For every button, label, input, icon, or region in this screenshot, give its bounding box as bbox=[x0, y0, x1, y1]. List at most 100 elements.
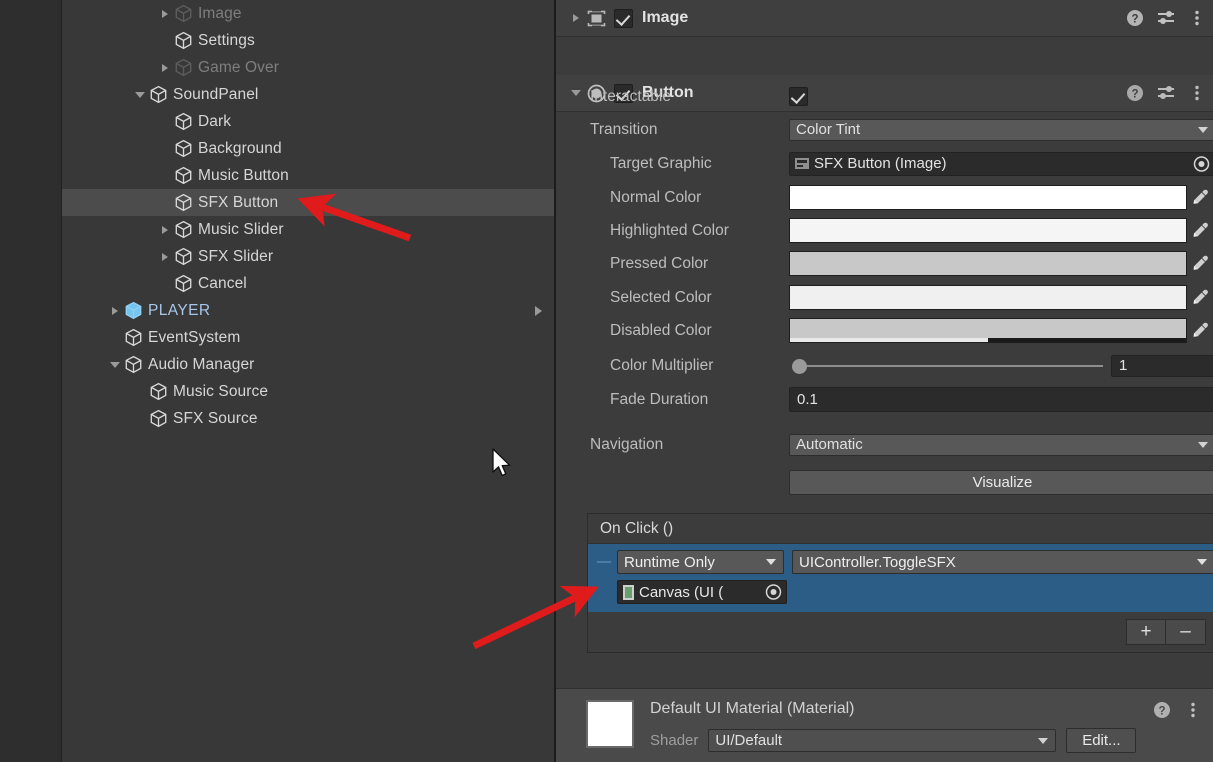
mouse-cursor bbox=[492, 448, 511, 477]
hierarchy-item-player[interactable]: PLAYER bbox=[62, 297, 554, 324]
property-color-multiplier: Color Multiplier 1 bbox=[556, 349, 1213, 382]
inspector-panel[interactable]: Image ? Button ? Interactable Transition… bbox=[556, 0, 1213, 762]
disabled-color-swatch[interactable] bbox=[789, 318, 1187, 343]
chevron-right-icon[interactable] bbox=[157, 243, 173, 270]
on-click-mode-dropdown[interactable]: Runtime Only bbox=[617, 550, 784, 574]
on-click-header: On Click () bbox=[588, 514, 1213, 544]
hierarchy-item-sfx-slider[interactable]: SFX Slider bbox=[62, 243, 554, 270]
hierarchy-item-eventsystem[interactable]: EventSystem bbox=[62, 324, 554, 351]
label-fade-duration: Fade Duration bbox=[610, 390, 709, 408]
add-event-button[interactable]: + bbox=[1126, 619, 1166, 645]
hierarchy-panel[interactable]: SFX Source Music Source Audio Manager Event… bbox=[62, 0, 556, 762]
navigation-dropdown[interactable]: Automatic bbox=[789, 433, 1213, 456]
image-enabled-checkbox[interactable] bbox=[614, 8, 633, 28]
hierarchy-item-label: Music Slider bbox=[198, 220, 284, 238]
image-foldout-toggle[interactable] bbox=[566, 0, 586, 36]
hierarchy-item-music-button[interactable]: Music Button bbox=[62, 162, 554, 189]
hierarchy-item-cancel[interactable]: Cancel bbox=[62, 270, 554, 297]
material-preview-swatch[interactable] bbox=[586, 700, 634, 748]
property-disabled-color: Disabled Color bbox=[556, 314, 1213, 347]
chevron-right-icon[interactable] bbox=[107, 297, 123, 324]
drag-handle-icon[interactable] bbox=[597, 561, 611, 563]
hierarchy-item-label: Background bbox=[198, 139, 282, 157]
chevron-down-icon[interactable] bbox=[107, 351, 123, 378]
color-multiplier-slider[interactable] bbox=[792, 355, 1103, 377]
chevron-down-icon bbox=[1197, 559, 1207, 565]
object-picker-icon[interactable] bbox=[1193, 155, 1210, 172]
fade-duration-input[interactable]: 0.1 bbox=[789, 387, 1213, 412]
gameobject-cube-icon bbox=[175, 274, 192, 293]
help-icon[interactable]: ? bbox=[1152, 700, 1172, 720]
property-target-graphic: Target Graphic SFX Button (Image) bbox=[556, 147, 1213, 180]
transition-dropdown[interactable]: Color Tint bbox=[789, 118, 1213, 141]
target-graphic-field[interactable]: SFX Button (Image) bbox=[789, 151, 1213, 176]
hierarchy-item-game-over[interactable]: Game Over bbox=[62, 54, 554, 81]
hierarchy-item-label: Game Over bbox=[198, 58, 280, 76]
disabled-color-eyedropper[interactable] bbox=[1187, 321, 1213, 340]
label-color-multiplier: Color Multiplier bbox=[610, 356, 714, 374]
gameobject-cube-icon bbox=[175, 58, 192, 77]
prefab-open-chevron-icon[interactable] bbox=[535, 305, 542, 316]
label-navigation: Navigation bbox=[590, 435, 664, 453]
gameobject-cube-icon bbox=[175, 139, 192, 158]
hierarchy-item-sfx-source[interactable]: SFX Source bbox=[62, 405, 554, 432]
on-click-function-dropdown[interactable]: UIController.ToggleSFX bbox=[792, 550, 1213, 574]
highlighted-color-eyedropper[interactable] bbox=[1187, 221, 1213, 240]
more-menu-icon[interactable] bbox=[1183, 700, 1203, 720]
hierarchy-item-soundpanel[interactable]: SoundPanel bbox=[62, 81, 554, 108]
property-transition: Transition Color Tint bbox=[556, 113, 1213, 146]
hierarchy-item-music-slider[interactable]: Music Slider bbox=[62, 216, 554, 243]
gameobject-cube-icon bbox=[175, 112, 192, 131]
hierarchy-item-background[interactable]: Background bbox=[62, 135, 554, 162]
chevron-right-icon[interactable] bbox=[157, 0, 173, 27]
chevron-right-icon[interactable] bbox=[157, 216, 173, 243]
help-icon[interactable]: ? bbox=[1125, 8, 1145, 28]
on-click-object-field[interactable]: Canvas (UI ( bbox=[617, 580, 787, 604]
slider-handle[interactable] bbox=[792, 358, 807, 374]
visualize-button[interactable]: Visualize bbox=[789, 470, 1213, 495]
hierarchy-item-image[interactable]: Image bbox=[62, 0, 554, 27]
remove-event-button[interactable]: – bbox=[1166, 619, 1206, 645]
on-click-entry[interactable]: Runtime Only UIController.ToggleSFX Canv… bbox=[588, 544, 1213, 612]
normal-color-eyedropper[interactable] bbox=[1187, 188, 1213, 207]
color-multiplier-value[interactable]: 1 bbox=[1111, 354, 1213, 377]
pressed-color-eyedropper[interactable] bbox=[1187, 254, 1213, 273]
gameobject-cube-icon bbox=[175, 220, 192, 239]
component-header-image[interactable]: Image ? bbox=[556, 0, 1213, 37]
hierarchy-item-sfx-button[interactable]: SFX Button bbox=[62, 189, 554, 216]
svg-text:?: ? bbox=[1131, 14, 1138, 26]
edit-shader-button[interactable]: Edit... bbox=[1066, 728, 1137, 753]
selected-color-eyedropper[interactable] bbox=[1187, 288, 1213, 307]
interactable-checkbox[interactable] bbox=[789, 87, 808, 106]
shader-dropdown[interactable]: UI/Default bbox=[708, 729, 1057, 752]
hierarchy-item-label: Music Source bbox=[173, 382, 269, 400]
hierarchy-item-settings[interactable]: Settings bbox=[62, 27, 554, 54]
more-menu-icon[interactable] bbox=[1187, 8, 1207, 28]
hierarchy-item-dark[interactable]: Dark bbox=[62, 108, 554, 135]
property-selected-color: Selected Color bbox=[556, 281, 1213, 314]
script-icon bbox=[623, 584, 634, 600]
selected-color-swatch[interactable] bbox=[789, 285, 1187, 310]
on-click-function-value: UIController.ToggleSFX bbox=[799, 553, 956, 571]
preset-icon[interactable] bbox=[1156, 8, 1176, 28]
highlighted-color-swatch[interactable] bbox=[789, 218, 1187, 243]
chevron-down-icon[interactable] bbox=[132, 81, 148, 108]
image-component-icon bbox=[586, 8, 607, 28]
pressed-color-swatch[interactable] bbox=[789, 251, 1187, 276]
on-click-footer: + – bbox=[588, 612, 1213, 652]
object-picker-icon[interactable] bbox=[765, 584, 782, 601]
hierarchy-item-audio-manager[interactable]: Audio Manager bbox=[62, 351, 554, 378]
label-interactable: Interactable bbox=[590, 87, 671, 105]
gameobject-cube-icon bbox=[175, 247, 192, 266]
gameobject-cube-icon bbox=[150, 382, 167, 401]
chevron-right-icon[interactable] bbox=[157, 54, 173, 81]
component-title-image: Image bbox=[642, 9, 689, 26]
normal-color-swatch[interactable] bbox=[789, 185, 1187, 210]
hierarchy-item-music-source[interactable]: Music Source bbox=[62, 378, 554, 405]
